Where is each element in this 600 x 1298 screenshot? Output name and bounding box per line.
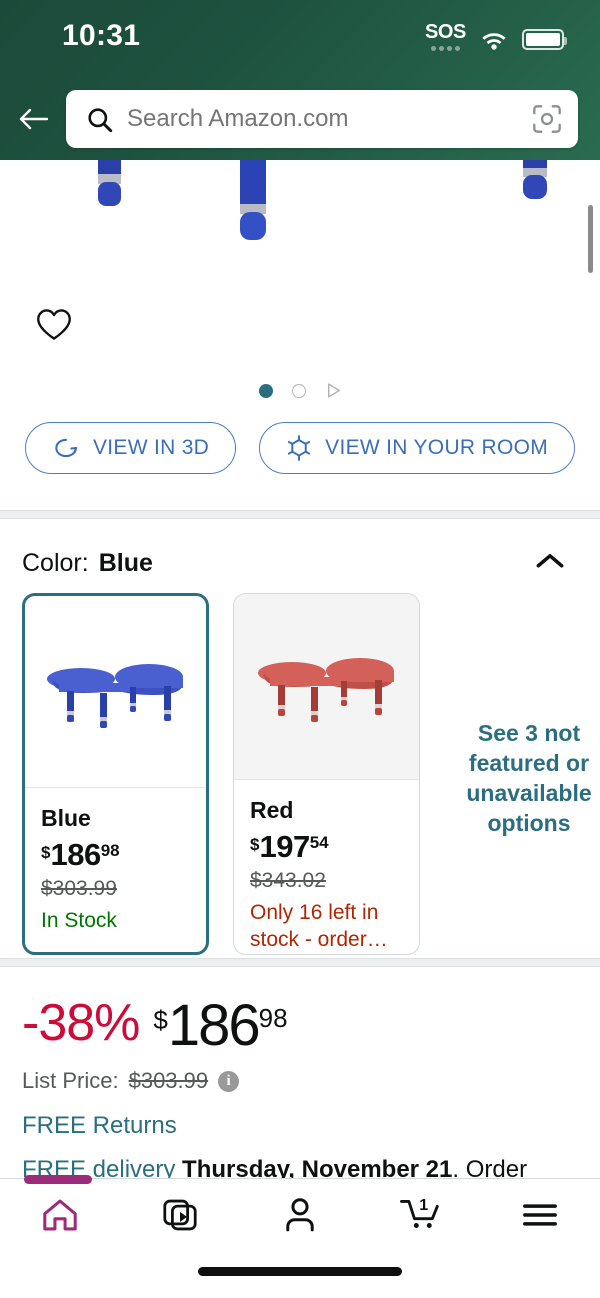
status-clock: 10:31	[62, 19, 141, 52]
back-button[interactable]	[0, 88, 66, 150]
color-option-name: Red	[250, 796, 294, 823]
price-symbol: $	[250, 835, 260, 855]
back-arrow-icon	[19, 108, 48, 130]
price-whole: 186	[167, 993, 261, 1058]
status-bar: 10:31 SOS	[0, 0, 600, 72]
section-divider-top	[0, 510, 600, 519]
info-icon[interactable]: i	[218, 1070, 240, 1092]
camera-scan-icon[interactable]	[532, 104, 562, 134]
color-option-card[interactable]: Blue $ 186 98 $303.99 In Stock	[22, 593, 209, 955]
color-option-image	[25, 596, 206, 788]
color-option-body: Blue $ 186 98 $303.99 In Stock	[25, 788, 206, 935]
list-price-value: $303.99	[128, 1068, 209, 1094]
battery-icon	[522, 28, 567, 50]
amazon-product-page: 10:31 SOS Search Amazon.com VIEW IN 3D V…	[0, 0, 600, 1298]
gallery-scrollbar[interactable]	[588, 205, 593, 273]
color-swatch-row: Blue $ 186 98 $303.99 In Stock Red $ 197…	[0, 581, 600, 955]
app-header: 10:31 SOS	[0, 0, 600, 160]
color-selector-section: Color: Blue Blue $ 186 98 $303.99 In Sto…	[0, 510, 600, 955]
play-triangle-icon[interactable]	[325, 382, 342, 399]
color-label: Color:	[22, 548, 89, 577]
price-fraction: 98	[258, 1003, 288, 1033]
table-image-red	[257, 658, 394, 723]
nav-items: 1	[0, 1179, 600, 1251]
account-person-icon	[286, 1198, 314, 1232]
carousel-indicators[interactable]	[0, 382, 600, 399]
nav-item-menu[interactable]	[480, 1179, 600, 1251]
search-input[interactable]	[127, 105, 518, 133]
sos-label: SOS	[424, 20, 466, 43]
table-image-blue	[46, 663, 183, 728]
color-option-list-price: $303.99	[41, 877, 117, 901]
collapse-color-button[interactable]	[536, 552, 564, 574]
view-in-room-label: VIEW IN YOUR ROOM	[325, 436, 549, 459]
sos-indicator: SOS	[425, 22, 466, 51]
price-main-row: -38% $ 186 98	[22, 993, 578, 1058]
menu-hamburger-icon	[523, 1204, 557, 1226]
price-section: -38% $ 186 98 List Price: $303.99 i FREE…	[0, 958, 600, 1212]
rotate-3d-icon	[55, 438, 78, 458]
discount-percentage: -38%	[22, 994, 140, 1052]
color-option-body: Red $ 197 54 $343.02 Only 16 left in sto…	[234, 780, 419, 954]
search-row	[0, 88, 600, 150]
product-image-table-legs	[98, 160, 547, 240]
home-indicator-bar	[198, 1267, 402, 1276]
nav-item-home[interactable]	[0, 1179, 120, 1251]
color-option-card[interactable]: Red $ 197 54 $343.02 Only 16 left in sto…	[233, 593, 420, 955]
color-selected-value: Blue	[98, 548, 153, 577]
view-in-your-room-button[interactable]: VIEW IN YOUR ROOM	[259, 422, 576, 474]
color-option-list-price: $343.02	[250, 869, 326, 893]
nav-item-video-feed[interactable]	[120, 1179, 240, 1251]
home-icon	[43, 1199, 77, 1231]
color-option-price: $ 186 98	[41, 839, 190, 870]
price-fraction: 54	[309, 833, 329, 853]
search-icon	[88, 107, 113, 132]
see-more-options-link[interactable]: See 3 not featured or unavailable option…	[458, 719, 600, 839]
cart-badge-count: 1	[419, 1196, 428, 1214]
bottom-navigation: 1	[0, 1175, 600, 1298]
ar-button-group: VIEW IN 3D VIEW IN YOUR ROOM	[0, 422, 600, 474]
nav-item-account[interactable]	[240, 1179, 360, 1251]
carousel-dot-active[interactable]	[258, 383, 273, 398]
video-feed-icon	[163, 1199, 197, 1231]
color-option-image	[234, 594, 419, 780]
list-price-label: List Price:	[22, 1068, 119, 1094]
color-header[interactable]: Color: Blue	[0, 519, 600, 581]
view-in-3d-button[interactable]: VIEW IN 3D	[24, 422, 237, 474]
view-in-3d-label: VIEW IN 3D	[92, 436, 210, 459]
price-symbol: $	[41, 843, 51, 863]
color-option-price: $ 197 54	[250, 831, 403, 862]
price-fraction: 98	[100, 841, 120, 861]
current-price: $ 186 98	[153, 993, 288, 1058]
signal-dots	[430, 45, 460, 51]
chevron-up-icon	[536, 554, 564, 568]
nav-item-cart[interactable]: 1	[360, 1179, 480, 1251]
cart-icon: 1	[400, 1196, 439, 1228]
search-bar[interactable]	[66, 90, 578, 148]
ar-cube-icon	[287, 435, 311, 461]
price-whole: 186	[50, 837, 101, 873]
list-price-row: List Price: $303.99 i	[22, 1068, 578, 1094]
color-option-name: Blue	[41, 805, 91, 831]
color-option-stock: Only 16 left in stock - order…	[250, 901, 388, 952]
carousel-dot-inactive[interactable]	[291, 383, 306, 398]
wishlist-button[interactable]	[36, 308, 72, 346]
free-returns-link[interactable]: FREE Returns	[22, 1112, 578, 1140]
color-option-stock: In Stock	[41, 909, 117, 933]
section-divider-bottom	[0, 958, 600, 967]
product-gallery[interactable]: VIEW IN 3D VIEW IN YOUR ROOM	[0, 160, 600, 510]
price-whole: 197	[259, 829, 310, 865]
wifi-icon	[480, 29, 508, 50]
heart-icon	[37, 309, 71, 340]
price-symbol: $	[153, 1005, 168, 1035]
active-tab-indicator	[24, 1175, 92, 1184]
status-indicators: SOS	[425, 22, 567, 51]
